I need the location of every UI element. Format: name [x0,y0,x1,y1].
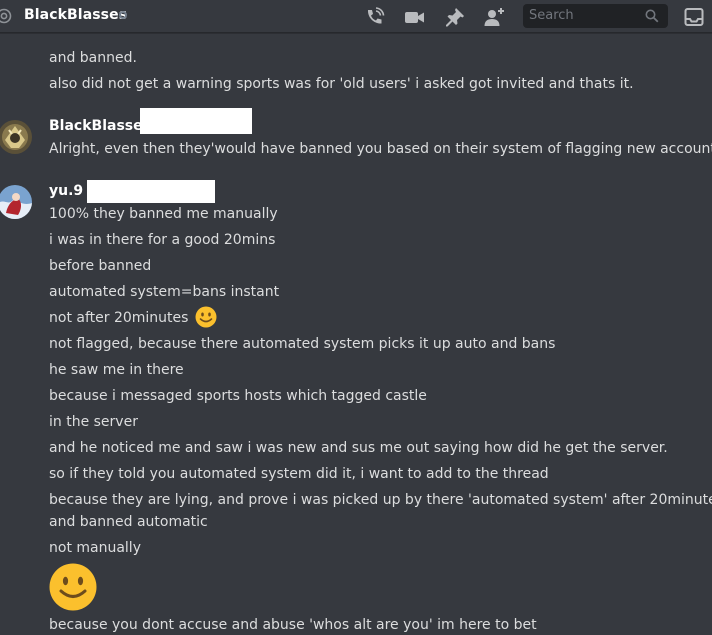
message-line: i was in there for a good 20mins [49,232,276,248]
message-line: because i messaged sports hosts which ta… [49,388,427,404]
message-line: so if they told you automated system did… [49,466,549,482]
avatar[interactable] [0,185,32,219]
add-friend-icon[interactable] [483,6,505,28]
search-input[interactable]: Search [523,4,668,28]
offline-status-icon [119,11,127,19]
message-line: and banned automatic [49,514,208,530]
message-line: he saw me in there [49,362,184,378]
username[interactable]: BlackBlasses [49,118,151,134]
redacted-block [140,108,252,134]
slight-smile-emoji-icon [195,306,217,327]
inbox-icon[interactable] [683,6,705,28]
message-line: 100% they banned me manually [49,206,278,222]
message-line: also did not get a warning sports was fo… [49,76,634,92]
message-line: not manually [49,540,141,556]
message-text: not after 20minutes [49,310,189,326]
message-line: because they are lying, and prove i was … [49,492,712,508]
message-line: and banned. [49,50,137,66]
message-line: and he noticed me and saw i was new and … [49,440,668,456]
video-call-icon[interactable] [403,6,425,28]
search-icon [645,9,659,23]
message-line: automated system=bans instant [49,284,280,300]
start-call-icon[interactable] [363,6,385,28]
channel-name: BlackBlasses [24,7,128,23]
message-line: because you dont accuse and abuse 'whos … [49,617,537,633]
channel-header: BlackBlasses Search [0,0,712,33]
username[interactable]: yu.9 [49,183,83,199]
message-line: in the server [49,414,138,430]
redacted-block [87,180,215,203]
message-line: before banned [49,258,152,274]
search-placeholder: Search [529,8,574,23]
at-icon [0,8,12,24]
message-line: Alright, even then they'would have banne… [49,141,712,157]
pinned-messages-icon[interactable] [444,6,466,28]
message-line: not after 20minutes [49,306,217,328]
large-slight-smile-emoji-icon [49,563,97,611]
message-line: not flagged, because there automated sys… [49,336,556,352]
avatar[interactable] [0,120,32,154]
